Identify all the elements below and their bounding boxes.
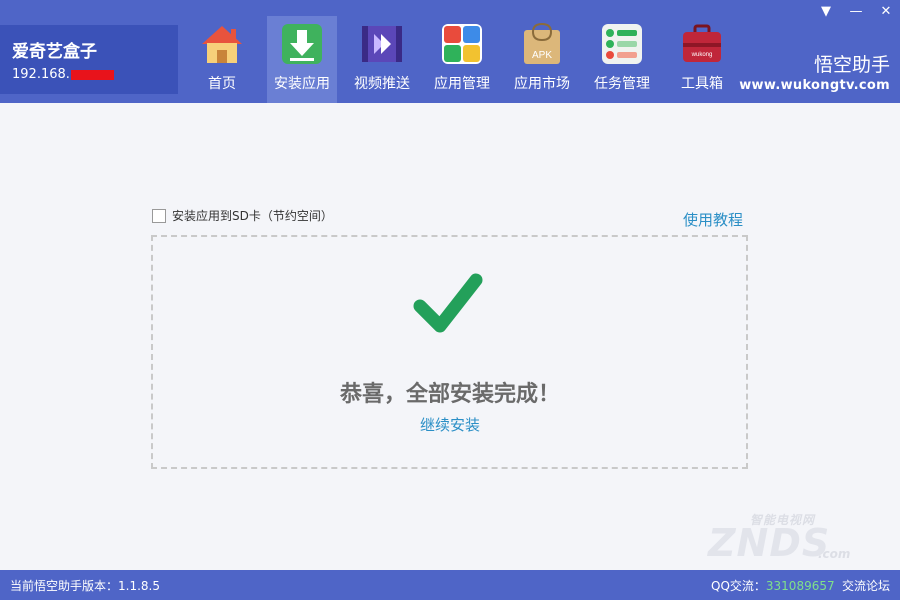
tutorial-link[interactable]: 使用教程	[683, 209, 743, 230]
nav-label: 安装应用	[274, 76, 330, 92]
nav-label: 首页	[208, 76, 236, 92]
nav-task-manage[interactable]: 任务管理	[582, 16, 662, 103]
menu-dropdown-icon[interactable]: ▼	[818, 4, 834, 20]
apk-label: APK	[532, 50, 552, 61]
home-icon	[200, 22, 244, 66]
nav-app-manage[interactable]: 应用管理	[422, 16, 502, 103]
app-manage-icon	[440, 22, 484, 66]
brand: 悟空助手 www.wukongtv.com	[739, 52, 890, 94]
forum-link[interactable]: 交流论坛	[842, 577, 890, 594]
nav-label: 应用管理	[434, 76, 490, 92]
install-download-icon	[280, 22, 324, 66]
toolbox-label: wukong	[691, 52, 713, 58]
qq-number[interactable]: 331089657	[766, 579, 835, 593]
nav-toolbox[interactable]: wukong 工具箱	[662, 16, 742, 103]
nav-video-push[interactable]: 视频推送	[342, 16, 422, 103]
title-bar: 爱奇艺盒子 192.168. ▼ — ✕ 首页 安装应用 视频推送 应用管理 A…	[0, 0, 900, 103]
qq-group: QQ交流：331089657	[711, 579, 835, 593]
sd-card-option: 安装应用到SD卡（节约空间）	[152, 207, 333, 224]
brand-url: www.wukongtv.com	[739, 78, 890, 93]
watermark-logo: 智能电视网 ZNDS .com	[708, 513, 851, 565]
toolbox-icon: wukong	[680, 22, 724, 66]
nav-label: 视频推送	[354, 76, 410, 92]
brand-name: 悟空助手	[813, 54, 890, 76]
nav-app-market[interactable]: APK 应用市场	[502, 16, 582, 103]
nav-label: 应用市场	[514, 76, 570, 92]
nav-label: 工具箱	[681, 76, 723, 92]
version-text: 当前悟空助手版本：1.1.8.5	[10, 579, 160, 593]
success-check-icon	[410, 270, 486, 340]
video-push-icon	[360, 22, 404, 66]
redaction-mark	[70, 69, 114, 80]
success-message: 恭喜，全部安装完成！	[339, 382, 560, 407]
sd-card-label: 安装应用到SD卡（节约空间）	[172, 209, 333, 223]
minimize-button[interactable]: —	[848, 4, 864, 20]
window-controls: ▼ — ✕	[818, 4, 894, 20]
device-name: 爱奇艺盒子	[12, 42, 97, 62]
main-nav: 首页 安装应用 视频推送 应用管理 APK 应用市场 任务管理 wukong 工…	[182, 16, 742, 103]
device-ip: 192.168.	[12, 66, 114, 84]
status-bar: 当前悟空助手版本：1.1.8.5 QQ交流：331089657 交流论坛	[0, 570, 900, 600]
sd-card-checkbox[interactable]	[152, 208, 166, 223]
nav-label: 任务管理	[594, 76, 650, 92]
nav-install[interactable]: 安装应用	[267, 16, 337, 103]
task-manage-icon	[600, 22, 644, 66]
close-button[interactable]: ✕	[878, 4, 894, 20]
nav-home[interactable]: 首页	[182, 16, 262, 103]
apk-market-icon: APK	[520, 22, 564, 66]
device-info[interactable]: 爱奇艺盒子 192.168.	[0, 25, 178, 94]
continue-install-link[interactable]: 继续安装	[0, 414, 900, 435]
